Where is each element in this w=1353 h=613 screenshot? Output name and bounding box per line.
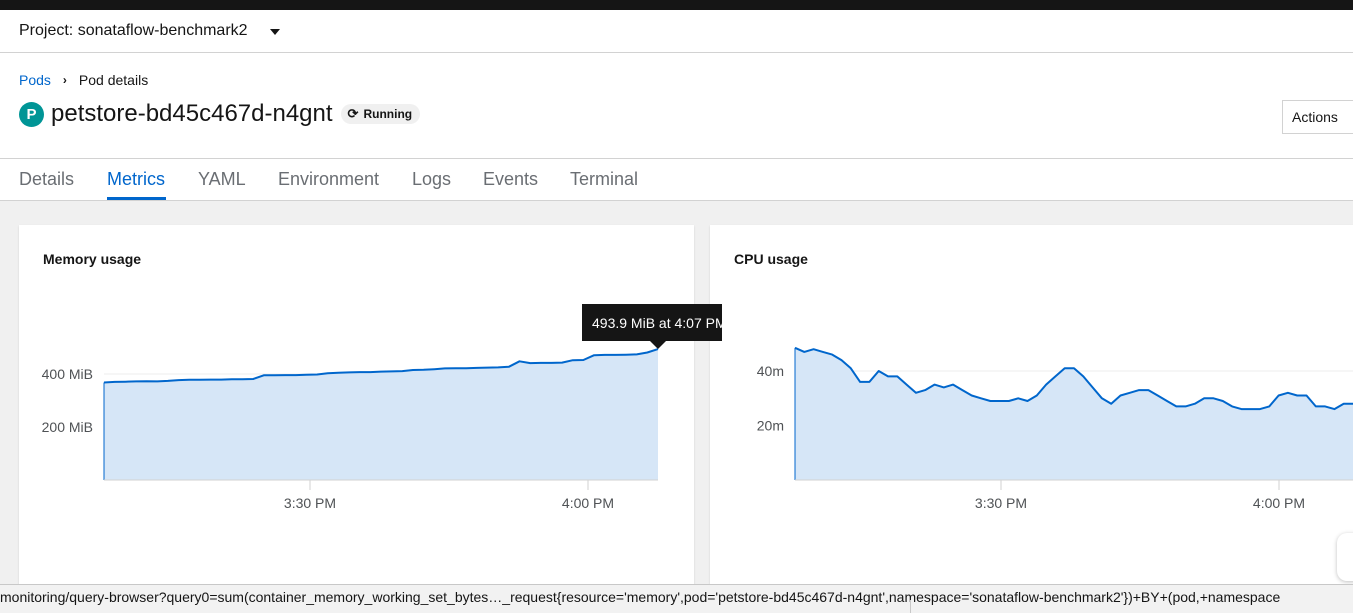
x-tick-label: 4:00 PM [1253, 495, 1305, 511]
tooltip-arrow [650, 341, 666, 349]
cpu-usage-chart[interactable]: 20m 40m 3:30 PM 4:00 PM [0, 0, 1353, 520]
y-tick-label: 40m [757, 363, 784, 379]
link-status-bar: monitoring/query-browser?query0=sum(cont… [0, 584, 1353, 613]
x-tick-label: 3:30 PM [975, 495, 1027, 511]
y-tick-label: 20m [757, 418, 784, 434]
status-divider [910, 600, 911, 613]
floating-helper-button[interactable] [1337, 533, 1353, 581]
chart-tooltip: 493.9 MiB at 4:07 PM [582, 304, 722, 341]
